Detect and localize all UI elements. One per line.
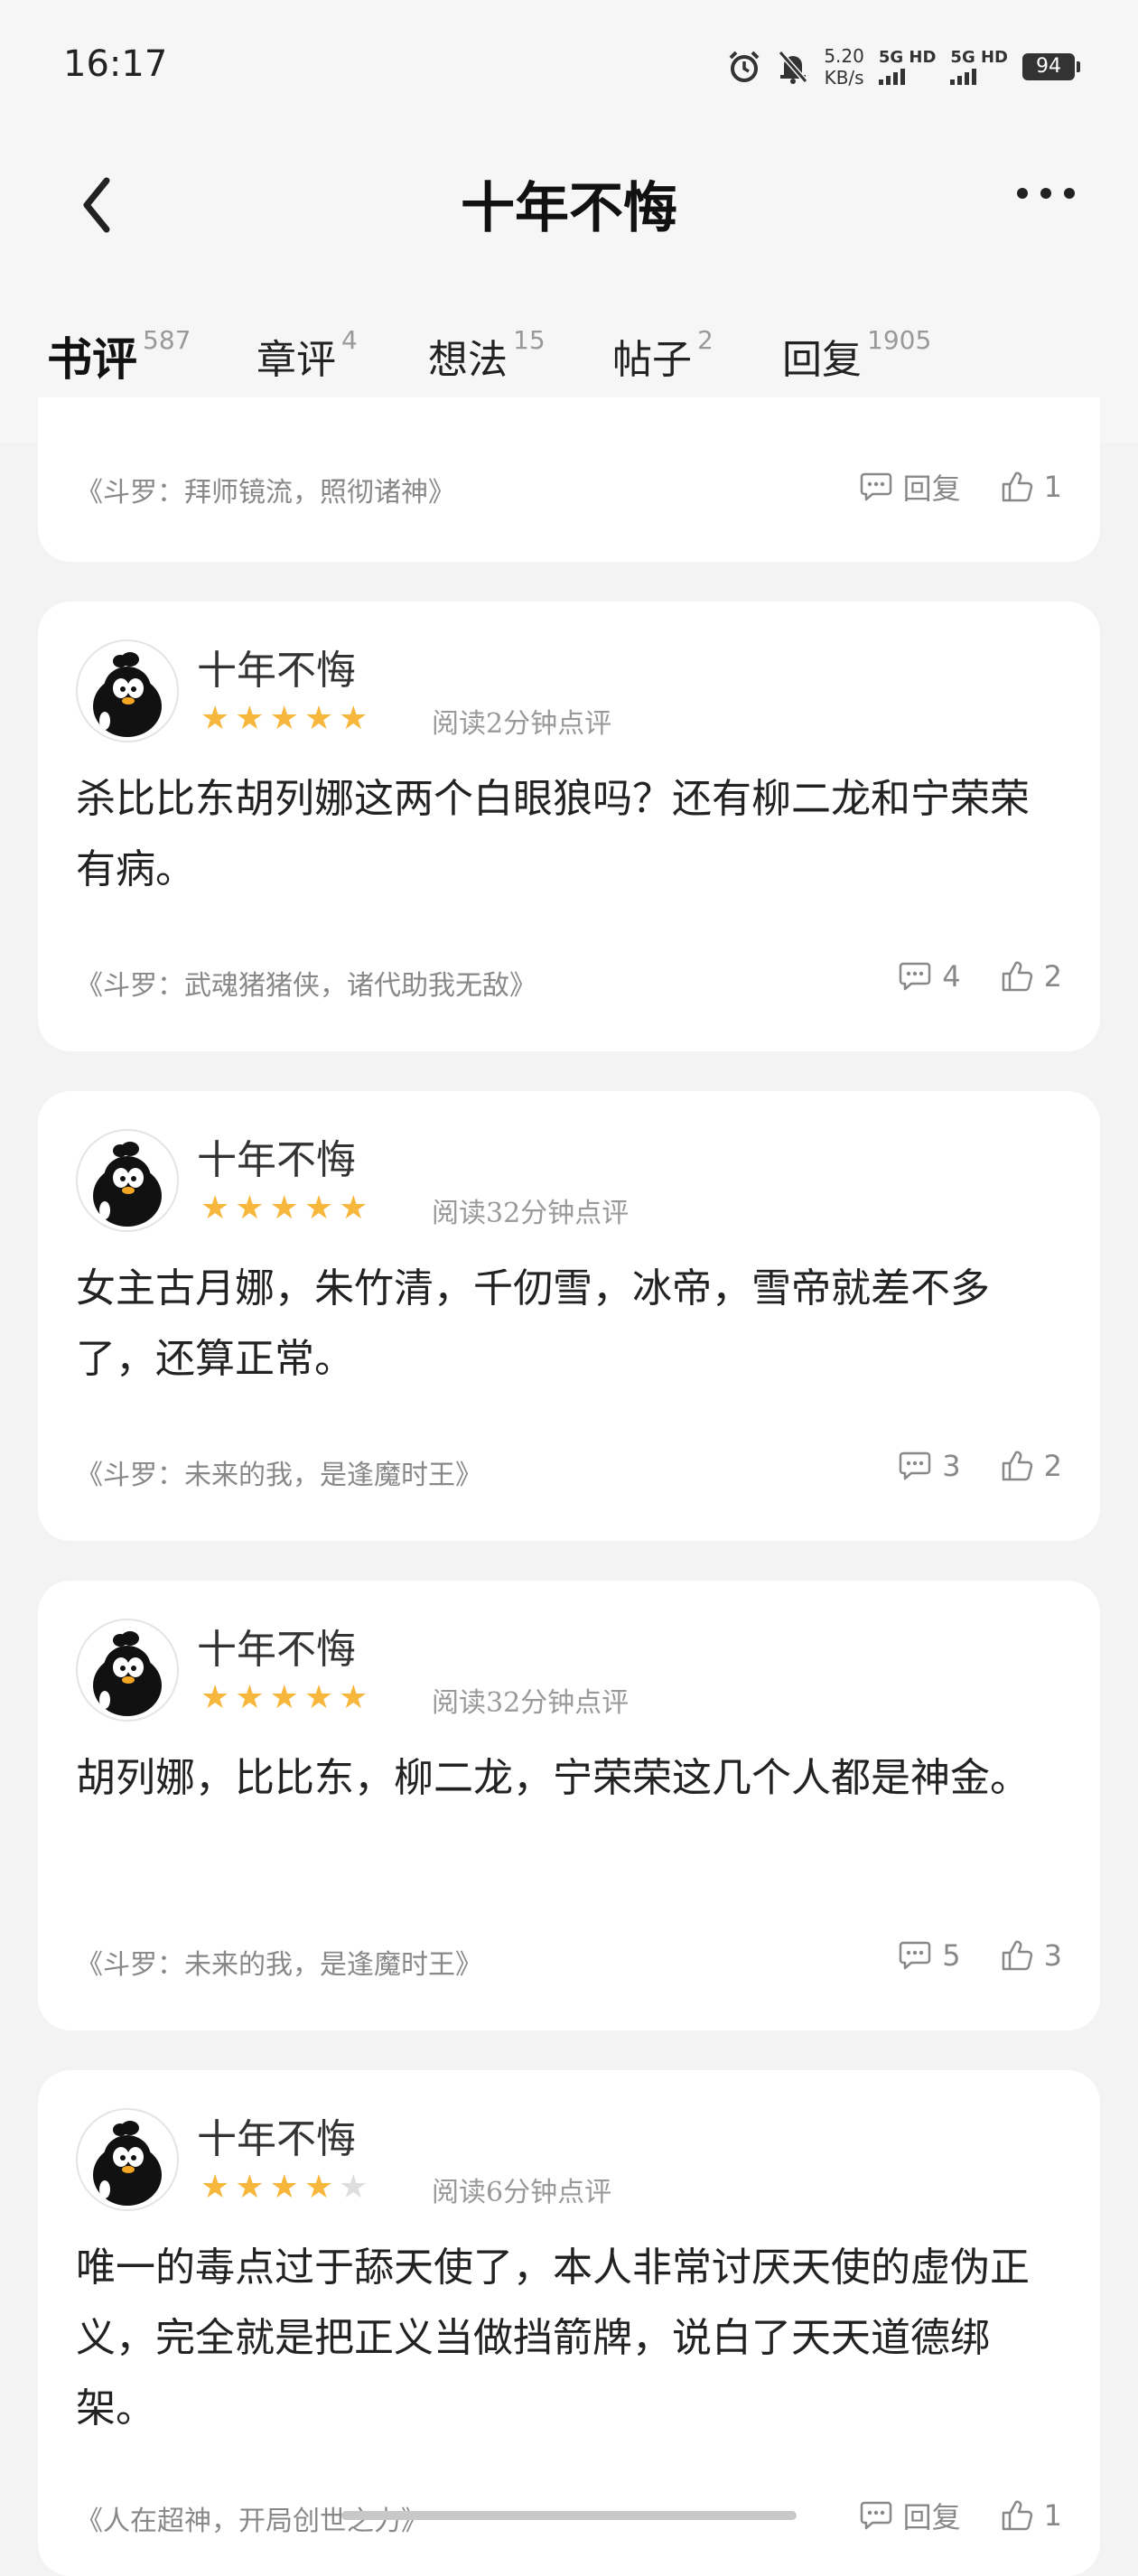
like-button[interactable]: 1 xyxy=(1001,2498,1062,2533)
review-text[interactable]: 胡列娜，比比东，柳二龙，宁荣荣这几个人都是神金。 xyxy=(76,1743,1062,1814)
review-card[interactable]: 十年不悔 ★ ★ ★ ★ ★ 阅读32分钟点评 胡列娜，比比东，柳二龙，宁荣荣这几个人都… xyxy=(38,1581,1100,2030)
review-text[interactable]: 唯一的毒点过于舔天使了，本人非常讨厌天使的虚伪正义，完全就是把正义当做挡箭牌，说… xyxy=(76,2233,1062,2444)
star-filled-icon: ★ xyxy=(339,1679,368,1716)
penguin-avatar-icon xyxy=(93,2121,162,2206)
book-link[interactable]: 《斗罗：拜师镜流，照彻诸神》 xyxy=(76,470,455,509)
comment-icon xyxy=(860,2501,891,2530)
signal-2: 5G HD xyxy=(950,49,1008,85)
mute-bell-icon xyxy=(779,51,808,84)
thumbs-up-icon xyxy=(1002,961,1032,992)
like-button[interactable]: 1 xyxy=(1001,470,1062,504)
user-name[interactable]: 十年不悔 xyxy=(197,638,356,695)
comment-button[interactable]: 回复 xyxy=(860,466,961,508)
penguin-avatar-icon xyxy=(93,652,162,737)
review-text[interactable]: 杀比比东胡列娜这两个白眼狼吗？还有柳二龙和宁荣荣有病。 xyxy=(76,764,1062,905)
status-time: 16:17 xyxy=(63,43,168,85)
tab-chapter-reviews[interactable]: 章评 4 xyxy=(257,325,358,385)
like-button[interactable]: 3 xyxy=(1001,1938,1062,1973)
star-filled-icon: ★ xyxy=(303,1679,334,1716)
star-filled-icon: ★ xyxy=(269,2169,299,2206)
star-filled-icon: ★ xyxy=(201,1679,230,1716)
star-filled-icon: ★ xyxy=(303,2169,334,2206)
signal-bars-icon xyxy=(878,67,937,85)
more-icon[interactable] xyxy=(1017,188,1075,199)
star-filled-icon: ★ xyxy=(269,1190,299,1227)
star-empty-icon: ★ xyxy=(339,2169,368,2206)
avatar[interactable] xyxy=(76,1129,179,1232)
avatar[interactable] xyxy=(76,1619,179,1722)
read-time: 阅读32分钟点评 xyxy=(432,1198,630,1229)
comment-icon xyxy=(900,1941,931,1970)
book-link[interactable]: 《斗罗：未来的我，是逢魔时王》 xyxy=(76,1942,482,1982)
star-filled-icon: ★ xyxy=(339,700,368,737)
avatar[interactable] xyxy=(76,639,179,742)
like-button[interactable]: 2 xyxy=(1001,959,1062,994)
review-card[interactable]: 十年不悔 ★ ★ ★ ★ ★ 阅读32分钟点评 女主古月娜，朱竹清，千仞雪，冰帝，雪帝就… xyxy=(38,1091,1100,1541)
star-filled-icon: ★ xyxy=(235,700,265,737)
tab-replies[interactable]: 回复 1905 xyxy=(782,325,931,385)
book-link[interactable]: 《斗罗：武魂猪猪侠，诸代助我无敌》 xyxy=(76,963,536,1003)
read-time: 阅读6分钟点评 xyxy=(432,2177,612,2208)
book-link[interactable]: 《斗罗：未来的我，是逢魔时王》 xyxy=(76,1452,482,1492)
penguin-avatar-icon xyxy=(93,1631,162,1716)
star-rating: ★ ★ ★ ★ ★ xyxy=(201,1192,368,1225)
nav-bar: 十年不悔 xyxy=(0,135,1138,271)
comment-icon xyxy=(900,1451,931,1480)
star-rating: ★ ★ ★ ★ ★ xyxy=(201,703,368,735)
network-speed: 5.20 KB/s xyxy=(824,45,864,89)
star-filled-icon: ★ xyxy=(303,700,334,737)
thumbs-up-icon xyxy=(1002,2500,1032,2531)
user-name[interactable]: 十年不悔 xyxy=(197,2106,356,2164)
page-title: 十年不悔 xyxy=(461,177,677,240)
star-filled-icon: ★ xyxy=(303,1190,334,1227)
star-rating: ★ ★ ★ ★ ★ xyxy=(201,1682,368,1714)
comment-button[interactable]: 3 xyxy=(899,1449,961,1483)
user-name[interactable]: 十年不悔 xyxy=(197,1127,356,1185)
avatar[interactable] xyxy=(76,2108,179,2211)
comment-button[interactable]: 回复 xyxy=(860,2495,961,2536)
star-filled-icon: ★ xyxy=(235,1190,265,1227)
read-time: 阅读2分钟点评 xyxy=(432,708,612,740)
star-filled-icon: ★ xyxy=(201,2169,230,2206)
star-filled-icon: ★ xyxy=(269,1679,299,1716)
alarm-icon xyxy=(729,51,760,82)
star-filled-icon: ★ xyxy=(339,1190,368,1227)
tab-posts[interactable]: 帖子 2 xyxy=(612,325,714,385)
comment-icon xyxy=(860,472,891,501)
comment-button[interactable]: 4 xyxy=(899,959,961,994)
star-filled-icon: ★ xyxy=(235,1679,265,1716)
star-filled-icon: ★ xyxy=(269,700,299,737)
user-name[interactable]: 十年不悔 xyxy=(197,1617,356,1675)
battery-icon: 94 xyxy=(1022,53,1080,80)
tab-thoughts[interactable]: 想法 15 xyxy=(428,325,546,385)
penguin-avatar-icon xyxy=(93,1142,162,1227)
home-indicator[interactable] xyxy=(341,2511,797,2520)
comment-icon xyxy=(900,962,931,991)
star-rating: ★ ★ ★ ★ ★ xyxy=(201,2171,368,2204)
star-filled-icon: ★ xyxy=(201,700,230,737)
review-card[interactable]: 十年不悔 ★ ★ ★ ★ ★ 阅读2分钟点评 杀比比东胡列娜这两个白眼狼吗？还有柳二龙和… xyxy=(38,602,1100,1051)
signal-1: 5G HD xyxy=(878,49,937,85)
thumbs-up-icon xyxy=(1002,1451,1032,1481)
thumbs-up-icon xyxy=(1002,1940,1032,1971)
comment-button[interactable]: 5 xyxy=(899,1938,961,1973)
status-bar: 16:17 5.20 KB/s 5G HD 5G HD 94 xyxy=(0,0,1138,135)
star-filled-icon: ★ xyxy=(235,2169,265,2206)
tab-book-reviews[interactable]: 书评 587 xyxy=(47,325,191,388)
read-time: 阅读32分钟点评 xyxy=(432,1687,630,1719)
thumbs-up-icon xyxy=(1002,471,1032,502)
review-card[interactable]: 《斗罗：拜师镜流，照彻诸神》 回复 1 xyxy=(38,397,1100,562)
like-button[interactable]: 2 xyxy=(1001,1449,1062,1483)
review-card[interactable]: 十年不悔 ★ ★ ★ ★ ★ 阅读6分钟点评 唯一的毒点过于舔天使了，本人非常讨厌天使的… xyxy=(38,2070,1100,2576)
star-filled-icon: ★ xyxy=(201,1190,230,1227)
review-text[interactable]: 女主古月娜，朱竹清，千仞雪，冰帝，雪帝就差不多了，还算正常。 xyxy=(76,1254,1062,1395)
signal-bars-icon xyxy=(950,67,1008,85)
